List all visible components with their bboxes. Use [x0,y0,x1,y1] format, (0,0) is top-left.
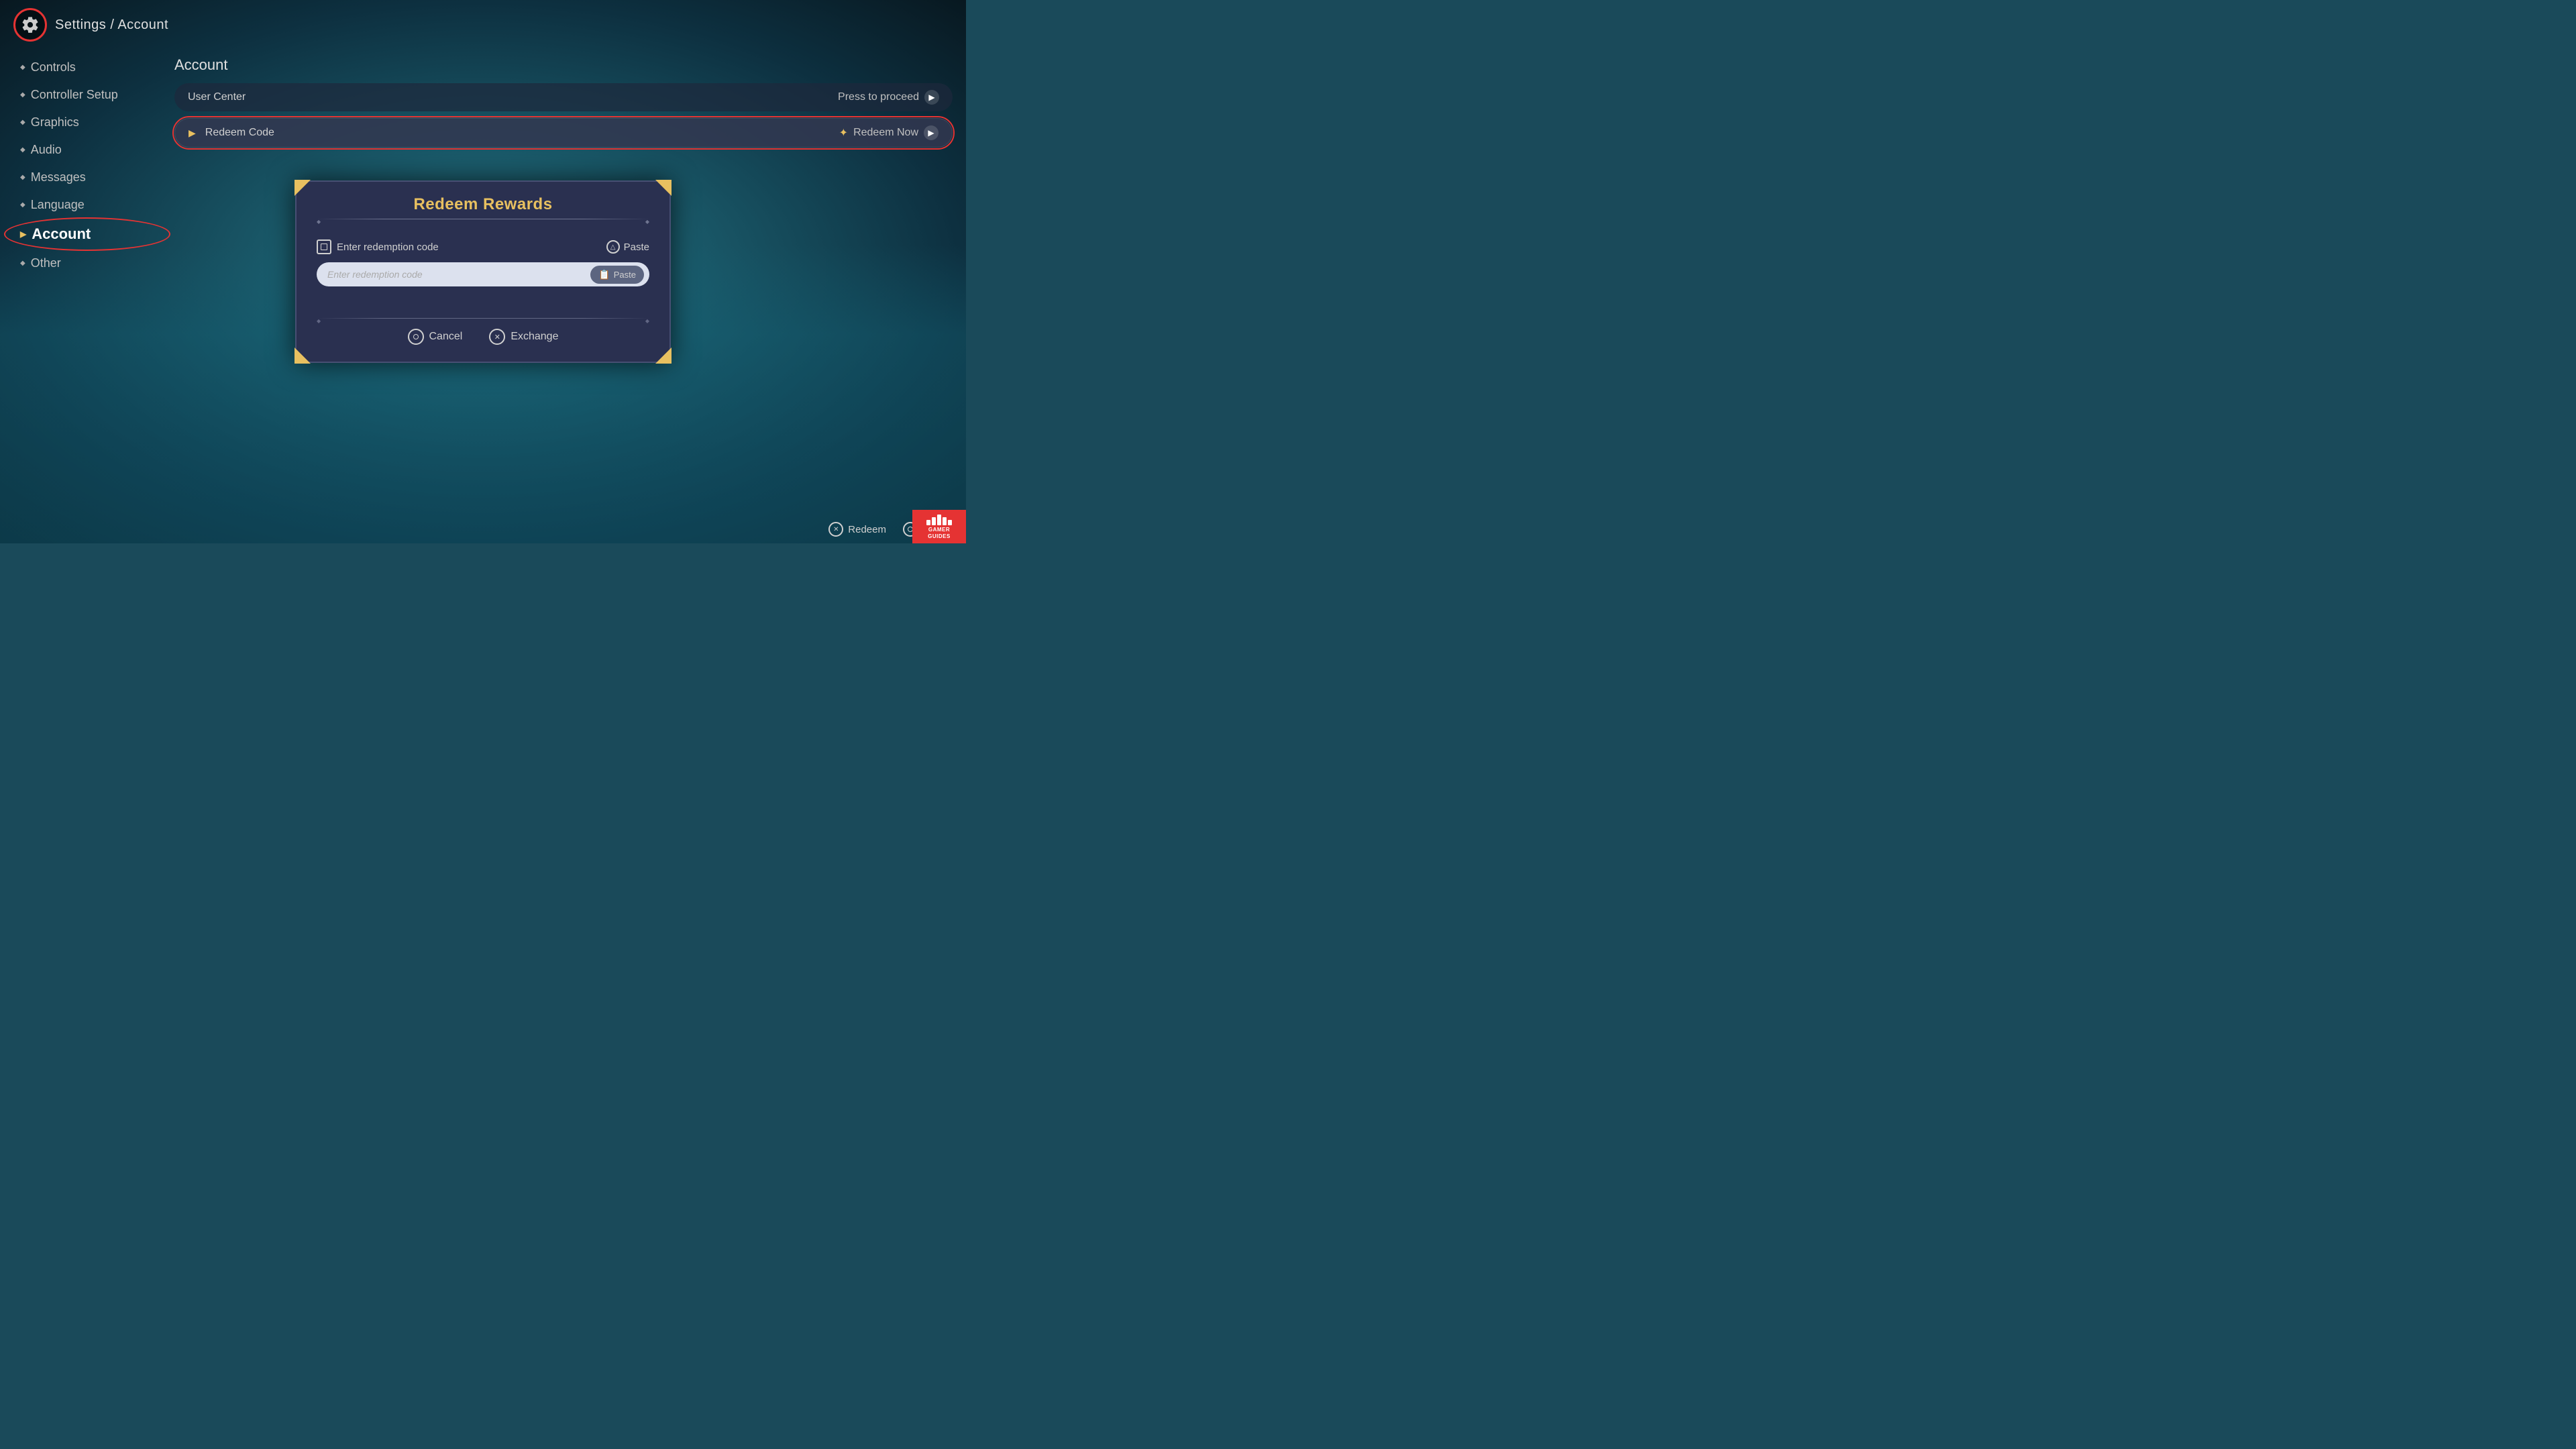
redemption-label: Enter redemption code [317,239,439,254]
redemption-input-row: 📋 Paste [317,262,649,286]
modal-corner-br [655,347,672,364]
redemption-code-input[interactable] [327,265,585,284]
cancel-button[interactable]: Cancel [408,329,463,345]
square-icon-inner [321,244,327,250]
redeem-rewards-modal: Redeem Rewards ◆ ◆ Enter redemption code… [295,180,671,363]
modal-header: Redeem Rewards [297,182,669,221]
modal-title: Redeem Rewards [317,195,649,214]
modal-spacer [317,286,649,307]
gg-bar-4 [943,517,947,525]
exchange-circle-icon [489,329,505,345]
square-icon [317,239,331,254]
triangle-btn-icon: △ [606,240,620,254]
gamer-guides-logo: GAMER GUIDES [912,510,966,543]
redemption-label-row: Enter redemption code △ Paste [317,239,649,254]
gg-bar-3 [937,515,941,525]
cancel-label: Cancel [429,331,463,343]
gg-bars [926,513,952,525]
gg-bar-5 [948,520,952,525]
gg-bar-2 [932,517,936,525]
exchange-button[interactable]: Exchange [489,329,558,345]
cancel-circle-icon [408,329,424,345]
paste-in-input-label: Paste [614,270,636,280]
exchange-label: Exchange [511,331,558,343]
paste-btn-label[interactable]: △ Paste [606,240,649,254]
modal-overlay: Redeem Rewards ◆ ◆ Enter redemption code… [0,0,966,543]
modal-footer: Cancel Exchange [297,322,669,362]
gg-text-line2: GUIDES [928,533,951,540]
paste-label-text: Paste [624,241,649,253]
gg-text-line1: GAMER [928,527,950,533]
gg-bar-1 [926,520,930,525]
paste-in-input-button[interactable]: 📋 Paste [590,266,644,284]
modal-body: Enter redemption code △ Paste 📋 Paste [297,229,669,320]
modal-corner-tl [294,180,311,196]
clipboard-icon: 📋 [598,269,610,280]
modal-corner-bl [294,347,311,364]
modal-bottom-divider: ◆ ◆ [317,318,649,319]
redemption-label-text: Enter redemption code [337,241,439,253]
modal-corner-tr [655,180,672,196]
